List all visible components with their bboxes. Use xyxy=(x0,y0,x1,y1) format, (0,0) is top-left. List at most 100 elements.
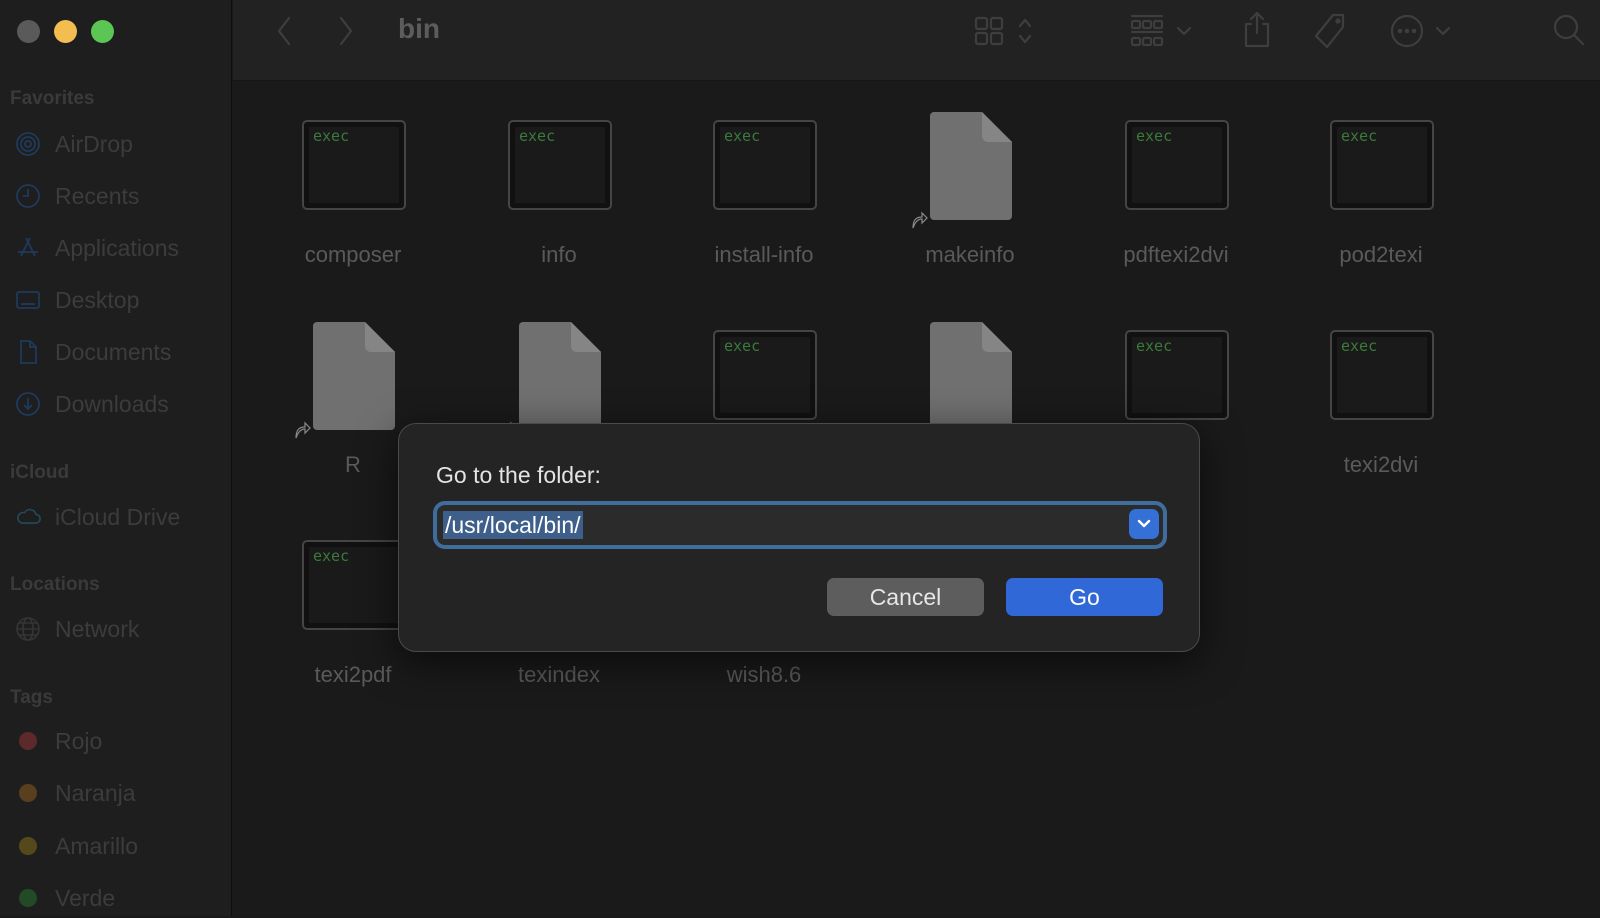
exec-badge: exec xyxy=(1136,337,1173,355)
grid-view-icon xyxy=(974,16,1032,46)
executable-file-icon: exec xyxy=(1125,330,1229,420)
executable-file-icon: exec xyxy=(302,540,406,630)
tag-button[interactable] xyxy=(1313,12,1349,50)
view-mode-button[interactable] xyxy=(972,14,1040,48)
document-icon xyxy=(14,338,42,366)
file-name: texi2dvi xyxy=(1343,452,1419,477)
share-icon xyxy=(1244,11,1270,48)
exec-badge: exec xyxy=(313,547,350,565)
file-item[interactable]: exec pdftexi2dvi xyxy=(1081,120,1271,310)
exec-badge: exec xyxy=(1136,127,1173,145)
sidebar-item-documents[interactable]: Documents xyxy=(0,332,232,372)
sidebar-item-label: AirDrop xyxy=(55,130,133,157)
executable-file-icon: exec xyxy=(508,120,612,210)
sidebar-item-airdrop[interactable]: AirDrop xyxy=(0,124,232,164)
sidebar-section-favorites: Favorites xyxy=(10,88,95,109)
sidebar-item-label: Downloads xyxy=(55,390,169,417)
file-name: install-info xyxy=(714,242,814,267)
sidebar-item-desktop[interactable]: Desktop xyxy=(0,280,232,320)
minimize-button[interactable] xyxy=(54,20,77,43)
globe-icon xyxy=(14,615,42,643)
sidebar-item-label: Naranja xyxy=(55,779,136,806)
file-item[interactable]: exec composer xyxy=(258,120,448,310)
desktop-icon xyxy=(14,286,42,314)
file-item[interactable]: exec install-info xyxy=(669,120,859,310)
clock-icon xyxy=(14,182,42,210)
sidebar-item-label: Amarillo xyxy=(55,832,139,859)
file-name: makeinfo xyxy=(925,242,1015,267)
document-file-icon xyxy=(313,322,395,430)
applications-icon xyxy=(14,234,42,262)
window-title: bin xyxy=(398,13,440,44)
sidebar-item-label: Documents xyxy=(55,338,172,365)
executable-file-icon: exec xyxy=(1330,330,1434,420)
folder-path-input[interactable]: /usr/local/bin/ xyxy=(433,501,1167,549)
executable-file-icon: exec xyxy=(302,120,406,210)
cancel-button[interactable]: Cancel xyxy=(827,578,984,616)
executable-file-icon: exec xyxy=(1330,120,1434,210)
sidebar-tag-naranja[interactable]: Naranja xyxy=(0,773,232,813)
file-name: texi2pdf xyxy=(314,662,392,687)
back-button[interactable] xyxy=(271,14,297,48)
sidebar-item-label: Desktop xyxy=(55,286,140,313)
sidebar: Favorites AirDrop Recents Applications D… xyxy=(0,0,232,916)
file-item[interactable]: makeinfo xyxy=(875,112,1065,310)
file-item[interactable]: exec info xyxy=(464,120,654,310)
sidebar-item-label: Recents xyxy=(55,182,140,209)
document-file-icon xyxy=(519,322,601,430)
chevron-down-icon xyxy=(1137,519,1151,528)
executable-file-icon: exec xyxy=(713,120,817,210)
close-button[interactable] xyxy=(17,20,40,43)
download-icon xyxy=(14,390,42,418)
alias-arrow-icon xyxy=(912,211,928,229)
more-actions-button[interactable] xyxy=(1388,12,1454,50)
go-to-folder-dialog: Go to the folder: /usr/local/bin/ Cancel… xyxy=(398,423,1200,652)
sidebar-item-label: Verde xyxy=(55,884,116,911)
chevron-left-icon xyxy=(277,16,291,46)
airdrop-icon xyxy=(14,130,42,158)
sidebar-section-locations: Locations xyxy=(10,574,100,595)
tag-icon xyxy=(1314,13,1345,49)
sidebar-section-icloud: iCloud xyxy=(10,462,70,483)
exec-badge: exec xyxy=(313,127,350,145)
go-button[interactable]: Go xyxy=(1006,578,1163,616)
path-history-dropdown[interactable] xyxy=(1129,509,1159,539)
sidebar-item-icloud-drive[interactable]: iCloud Drive xyxy=(0,497,232,537)
sidebar-item-label: Rojo xyxy=(55,727,103,754)
exec-badge: exec xyxy=(724,127,761,145)
sidebar-item-network[interactable]: Network xyxy=(0,609,232,649)
tag-color-dot xyxy=(19,732,37,750)
sidebar-item-label: iCloud Drive xyxy=(55,503,181,530)
ellipsis-circle-icon xyxy=(1390,14,1451,48)
alias-arrow-icon xyxy=(295,421,311,439)
executable-file-icon: exec xyxy=(1125,120,1229,210)
exec-badge: exec xyxy=(1341,337,1378,355)
file-name: pdftexi2dvi xyxy=(1123,242,1229,267)
file-name: pod2texi xyxy=(1339,242,1423,267)
sidebar-item-label: Applications xyxy=(55,234,180,261)
sidebar-item-recents[interactable]: Recents xyxy=(0,176,232,216)
exec-badge: exec xyxy=(519,127,556,145)
sidebar-tag-rojo[interactable]: Rojo xyxy=(0,721,232,761)
sidebar-section-tags: Tags xyxy=(10,687,53,708)
file-item[interactable]: exec texi2dvi xyxy=(1286,330,1476,520)
exec-badge: exec xyxy=(724,337,761,355)
group-button[interactable] xyxy=(1128,10,1198,52)
sidebar-item-applications[interactable]: Applications xyxy=(0,228,232,268)
sidebar-item-downloads[interactable]: Downloads xyxy=(0,384,232,424)
forward-button[interactable] xyxy=(333,14,359,48)
search-button[interactable] xyxy=(1551,12,1589,50)
file-name: composer xyxy=(304,242,402,267)
tag-color-dot xyxy=(19,889,37,907)
file-item[interactable]: exec pod2texi xyxy=(1286,120,1476,310)
maximize-button[interactable] xyxy=(91,20,114,43)
folder-path-value[interactable]: /usr/local/bin/ xyxy=(443,511,583,539)
group-icon xyxy=(1130,14,1192,47)
sidebar-tag-amarillo[interactable]: Amarillo xyxy=(0,826,232,866)
sidebar-item-label: Network xyxy=(55,615,140,642)
sidebar-tag-verde[interactable]: Verde xyxy=(0,878,232,918)
file-name: texindex xyxy=(518,662,600,687)
cloud-icon xyxy=(14,503,42,531)
share-button[interactable] xyxy=(1241,10,1273,50)
tag-color-dot xyxy=(19,784,37,802)
